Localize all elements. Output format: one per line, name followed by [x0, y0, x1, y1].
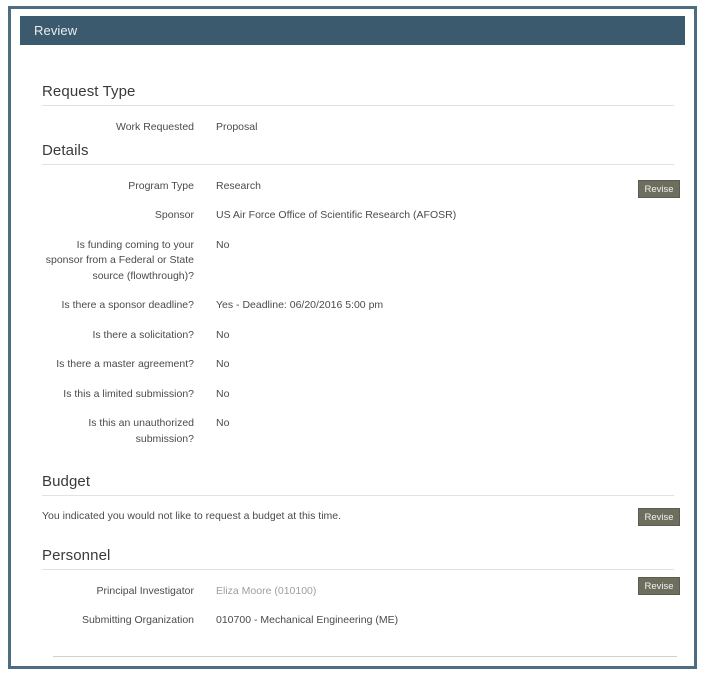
review-content: Revise Revise Revise Request Type Work R… — [20, 45, 685, 657]
field-value-work-requested: Proposal — [216, 121, 258, 133]
spacer-budget — [42, 447, 682, 473]
field-row: Work Requested Proposal — [42, 120, 682, 136]
field-label-sponsor-deadline: Is there a sponsor deadline? — [61, 299, 194, 311]
field-row: Is there a sponsor deadline? Yes - Deadl… — [42, 298, 682, 314]
field-label-sponsor: Sponsor — [154, 209, 194, 221]
panel-header-title: Review — [34, 23, 78, 38]
field-label-work-requested: Work Requested — [115, 121, 194, 133]
field-value-unauthorized-submission: No — [216, 417, 230, 429]
field-row: Is this a limited submission? No — [42, 387, 682, 403]
panel-body: Revise Revise Revise Request Type Work R… — [20, 45, 685, 660]
field-label-solicitation: Is there a solicitation? — [92, 328, 194, 341]
field-value-limited-submission: No — [216, 387, 230, 400]
field-value-solicitation: No — [216, 328, 230, 341]
field-label-unauthorized-submission: Is this an unauthorized submission? — [88, 417, 194, 445]
section-title-request-type: Request Type — [42, 83, 674, 106]
field-row: Principal Investigator Eliza Moore (0101… — [42, 584, 682, 600]
field-value-program-type: Research — [216, 179, 261, 192]
field-row: Sponsor US Air Force Office of Scientifi… — [42, 208, 682, 224]
field-value-sponsor-deadline: Yes - Deadline: 06/20/2016 5:00 pm — [216, 299, 384, 311]
field-row: Is this an unauthorized submission? No — [42, 416, 682, 447]
field-label-program-type: Program Type — [128, 179, 194, 192]
field-value-submitting-organization: 010700 - Mechanical Engineering (ME) — [216, 614, 399, 626]
section-details: Details Program Type Research Sponsor US… — [42, 142, 682, 448]
spacer-personnel — [42, 525, 682, 547]
bottom-divider — [53, 655, 677, 657]
section-title-budget: Budget — [42, 473, 674, 496]
field-row: Program Type Research — [42, 179, 682, 195]
field-row: Is there a master agreement? No — [42, 357, 682, 373]
review-panel: Review Revise Revise Revise Request Type… — [8, 6, 697, 669]
field-value-federal-state-flowthrough: No — [216, 238, 230, 251]
field-value-sponsor: US Air Force Office of Scientific Resear… — [216, 209, 457, 221]
spacer-top — [42, 45, 682, 83]
field-value-master-agreement: No — [216, 358, 230, 370]
field-row: Submitting Organization 010700 - Mechani… — [42, 613, 682, 629]
section-title-details: Details — [42, 142, 674, 165]
field-label-federal-state-flowthrough: Is funding coming to your sponsor from a… — [45, 238, 194, 282]
budget-note: You indicated you would not like to requ… — [42, 510, 342, 522]
section-budget: Budget You indicated you would not like … — [42, 473, 682, 525]
field-label-principal-investigator: Principal Investigator — [96, 584, 194, 597]
field-value-principal-investigator: Eliza Moore (010100) — [216, 584, 317, 597]
field-row: Is there a solicitation? No — [42, 328, 682, 344]
section-personnel: Personnel Principal Investigator Eliza M… — [42, 547, 682, 629]
field-label-master-agreement: Is there a master agreement? — [56, 358, 194, 370]
field-label-submitting-organization: Submitting Organization — [81, 614, 194, 626]
field-label-limited-submission: Is this a limited submission? — [63, 387, 194, 400]
section-request-type: Request Type Work Requested Proposal — [42, 83, 682, 136]
panel-header: Review — [20, 16, 685, 45]
field-row: Is funding coming to your sponsor from a… — [42, 238, 682, 285]
section-title-personnel: Personnel — [42, 547, 674, 570]
